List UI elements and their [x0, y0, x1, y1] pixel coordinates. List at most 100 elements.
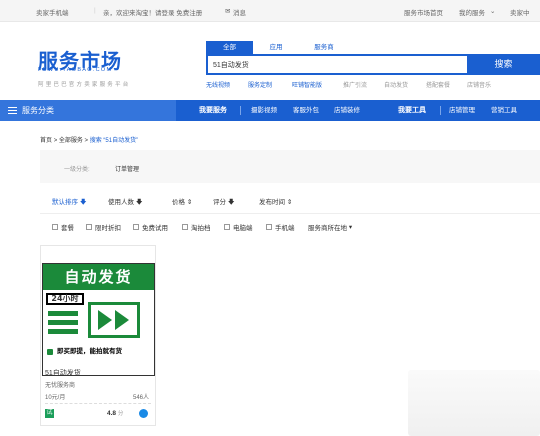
- checkbox-discount[interactable]: 限时折扣: [86, 222, 121, 232]
- sort-label: 发布时间: [259, 199, 285, 206]
- hot-term[interactable]: 推广引流: [343, 80, 367, 89]
- checkbox-pc[interactable]: 电脑端: [224, 222, 253, 232]
- search-input[interactable]: [208, 56, 467, 73]
- sort-toggle-icon: ⇕: [286, 199, 293, 206]
- banner-title: 自动发货: [43, 264, 154, 290]
- location-select[interactable]: 服务商所在地 ▾: [308, 222, 352, 232]
- filter-label: 一级分类:: [64, 167, 90, 173]
- breadcrumb-home[interactable]: 首页: [40, 138, 52, 144]
- filter-panel: 一级分类: 订单管理: [40, 150, 540, 183]
- play-arrows: [98, 310, 129, 330]
- mail-icon: ✉: [225, 8, 231, 15]
- category-menu[interactable]: 服务分类: [0, 100, 176, 121]
- nav-divider: [440, 106, 441, 115]
- hot-term[interactable]: 店铺音乐: [467, 80, 491, 89]
- hot-term[interactable]: 搭配套餐: [426, 80, 450, 89]
- checkbox-label: 电脑端: [233, 225, 253, 232]
- nav-divider: [240, 106, 241, 115]
- hot-term[interactable]: 无线视频: [206, 80, 230, 89]
- sort-date[interactable]: 发布时间 ⇕: [259, 196, 292, 206]
- sort-price[interactable]: 价格 ⇕: [172, 196, 192, 206]
- chat-icon[interactable]: [139, 409, 148, 418]
- tab-all[interactable]: 全部: [206, 41, 253, 54]
- hot-term[interactable]: 自动发货: [384, 80, 408, 89]
- checkbox-label: 手机端: [275, 225, 295, 232]
- buyer-count: 546人: [132, 395, 149, 401]
- location-label: 服务商所在地: [308, 225, 347, 232]
- search-box: [206, 54, 469, 75]
- checkbox-label: 套餐: [61, 225, 74, 232]
- breadcrumb-search: 搜索: [89, 138, 102, 144]
- sort-label: 评分: [213, 199, 226, 206]
- search-button[interactable]: 搜索: [467, 54, 540, 75]
- sort-label: 价格: [172, 199, 185, 206]
- checkbox-mobile[interactable]: 手机端: [266, 222, 295, 232]
- nav-want-service[interactable]: 我要服务: [199, 100, 227, 121]
- arrow-down-icon: 🡇: [135, 199, 143, 206]
- arrow-down-icon: 🡇: [79, 199, 87, 206]
- breadcrumb: 首页 > 全部服务 > 搜索 “51自动发货”: [40, 135, 138, 144]
- category-label: 服务分类: [22, 106, 54, 115]
- nav-want-tools[interactable]: 我要工具: [398, 100, 426, 121]
- checkbox[interactable]: [182, 224, 188, 230]
- score-unit: 分: [117, 411, 124, 417]
- checkbox[interactable]: [266, 224, 272, 230]
- sort-label: 使用人数: [108, 199, 134, 206]
- chevron-down-icon: ⌄: [490, 8, 496, 15]
- banner-tagline: 即买即提，能拍就有货: [43, 346, 154, 358]
- checkbox-package[interactable]: 套餐: [52, 222, 74, 232]
- nav-item[interactable]: 营销工具: [491, 100, 517, 121]
- loading-overlay: [408, 370, 540, 436]
- top-bar: 卖家手机端 | 亲，欢迎来淘宝！请登录 免费注册 ✉ 消息 服务市场首页 我的服…: [0, 0, 540, 22]
- menu-icon: [8, 107, 17, 114]
- play-forward-icon: [88, 302, 140, 338]
- score-value: 4.8: [107, 410, 117, 417]
- checkbox-label: 限时折扣: [95, 225, 121, 232]
- checkbox-label: 免费试用: [142, 225, 168, 232]
- vendor-name[interactable]: 无忧服务商: [45, 380, 75, 389]
- logo-domain: FUWU.TAOBAO.COM: [38, 67, 113, 73]
- sort-users[interactable]: 使用人数 🡇: [108, 196, 143, 209]
- breadcrumb-all[interactable]: 全部服务: [59, 138, 83, 144]
- checkbox[interactable]: [224, 224, 230, 230]
- product-thumbnail[interactable]: 自动发货 24小时 即买即提，能拍就有货: [42, 263, 155, 376]
- nav-item[interactable]: 店铺装修: [334, 100, 360, 121]
- seller-center-link[interactable]: 卖家中: [510, 7, 530, 17]
- breadcrumb-query: “51自动发货”: [103, 138, 139, 144]
- messages-link[interactable]: 消息: [233, 7, 246, 17]
- checkbox[interactable]: [133, 224, 139, 230]
- sort-rating[interactable]: 评分 🡇: [213, 196, 235, 209]
- trial-badge: 试: [45, 409, 54, 418]
- checkbox-free-trial[interactable]: 免费试用: [133, 222, 168, 232]
- checkbox[interactable]: [86, 224, 92, 230]
- greeting-text[interactable]: 亲，欢迎来淘宝！请登录 免费注册: [103, 7, 202, 17]
- hot-term[interactable]: 旺铺智能版: [292, 80, 322, 89]
- sort-toggle-icon: ⇕: [186, 199, 193, 206]
- rating-score: 4.8 分: [107, 409, 123, 417]
- divider: |: [94, 7, 96, 14]
- hot-term[interactable]: 服务定制: [248, 80, 272, 89]
- nav-item[interactable]: 客服外包: [293, 100, 319, 121]
- caret-down-icon: ▾: [348, 224, 353, 231]
- banner-24h: 24小时: [46, 293, 84, 305]
- tab-providers[interactable]: 服务商: [302, 41, 346, 54]
- seller-mobile-link[interactable]: 卖家手机端: [36, 7, 69, 17]
- nav-item[interactable]: 摄影视频: [251, 100, 277, 121]
- arrow-down-icon: 🡇: [227, 199, 235, 206]
- product-card[interactable]: 自动发货 24小时 即买即提，能拍就有货 51自动发货 无忧服务商 10元/月 …: [40, 245, 156, 426]
- tab-apps[interactable]: 应用: [256, 41, 296, 54]
- sort-label: 默认排序: [52, 199, 78, 206]
- product-name[interactable]: 51自动发货: [45, 368, 81, 378]
- my-services-link[interactable]: 我的服务: [459, 7, 485, 17]
- speed-lines-icon: [48, 311, 78, 343]
- product-price: 10元/月: [45, 395, 66, 401]
- main-nav: 服务分类 我要服务 摄影视频 客服外包 店铺装修 我要工具 店铺管理 营销工具: [0, 100, 540, 121]
- market-home-link[interactable]: 服务市场首页: [404, 7, 443, 17]
- sort-default[interactable]: 默认排序 🡇: [52, 196, 87, 209]
- divider: [45, 403, 151, 404]
- checkbox-taopaidang[interactable]: 淘拍档: [182, 222, 211, 232]
- checkbox[interactable]: [52, 224, 58, 230]
- nav-item[interactable]: 店铺管理: [449, 100, 475, 121]
- filter-value[interactable]: 订单管理: [115, 164, 139, 173]
- checkbox-label: 淘拍档: [191, 225, 211, 232]
